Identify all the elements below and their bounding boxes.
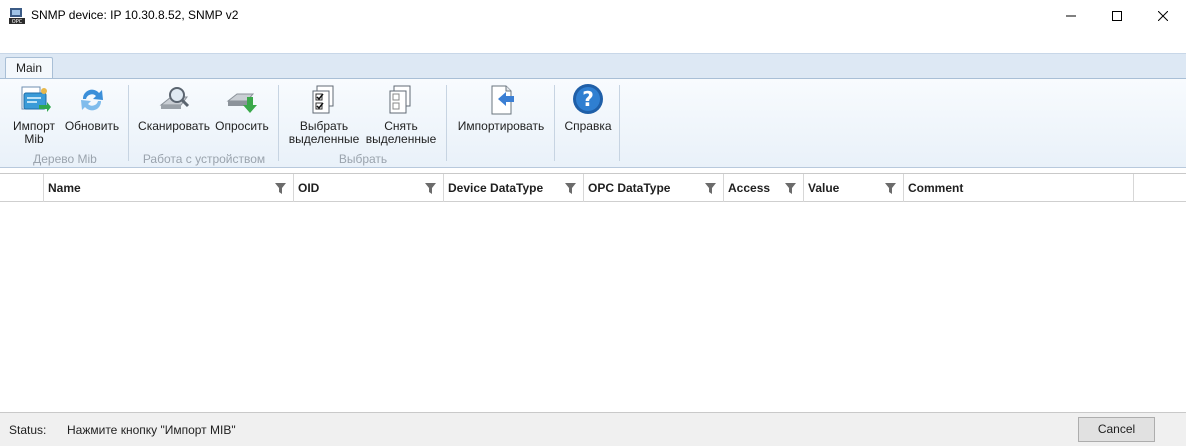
status-bar: Status: Нажмите кнопку "Импорт MIB" Canc… <box>0 412 1186 446</box>
column-header-label: OID <box>298 181 320 195</box>
column-header-device-datatype[interactable]: Device DataType <box>444 174 584 202</box>
column-header-label: Device DataType <box>448 181 544 195</box>
close-icon <box>1158 10 1168 21</box>
uncheck-selected-label-line2: выделенные <box>365 132 437 146</box>
uncheck-selected-label-line1: Снять <box>384 119 418 133</box>
column-header-opc-datatype[interactable]: OPC DataType <box>584 174 724 202</box>
refresh-label: Обновить <box>64 119 120 133</box>
ribbon-panel: Импорт Mib Обновить Дерево Mib Сканирова… <box>0 78 1186 168</box>
ribbon-separator <box>619 85 620 161</box>
import-mib-label-line2: Mib <box>24 132 44 146</box>
import-mib-button[interactable]: Импорт Mib <box>8 83 60 146</box>
scan-label: Сканировать <box>138 119 210 133</box>
maximize-button[interactable] <box>1094 0 1140 31</box>
import-mib-icon <box>21 86 51 112</box>
help-label: Справка <box>564 119 612 133</box>
filter-icon[interactable] <box>885 183 896 194</box>
column-header-access[interactable]: Access <box>724 174 804 202</box>
import-mib-label-line1: Импорт <box>13 119 55 133</box>
status-label: Status: <box>9 423 47 437</box>
column-header-oid[interactable]: OID <box>294 174 444 202</box>
minimize-button[interactable] <box>1048 0 1094 31</box>
uncheck-selected-icon <box>389 85 411 114</box>
cancel-button[interactable]: Cancel <box>1078 417 1155 442</box>
column-header-label: Name <box>48 181 81 195</box>
svg-text:OPC: OPC <box>12 19 23 25</box>
svg-text:?: ? <box>582 87 594 111</box>
help-icon: ? <box>573 84 603 114</box>
grid-body[interactable] <box>0 202 1186 413</box>
grid-header: Name OID Device DataType OPC DataType Ac… <box>0 174 1186 202</box>
check-selected-icon <box>312 85 334 114</box>
filter-icon[interactable] <box>425 183 436 194</box>
column-header-name[interactable]: Name <box>44 174 294 202</box>
refresh-icon <box>81 89 103 111</box>
ribbon-separator <box>554 85 555 161</box>
import-label: Импортировать <box>457 119 545 133</box>
maximize-icon <box>1112 10 1122 21</box>
filter-icon[interactable] <box>785 183 796 194</box>
status-message: Нажмите кнопку "Импорт MIB" <box>67 423 236 437</box>
group-label-device: Работа с устройством <box>142 152 266 166</box>
import-icon <box>491 85 514 115</box>
ribbon-tab-strip: Main <box>0 53 1186 81</box>
select-checked-label-line2: выделенные <box>288 132 360 146</box>
app-icon: OPC <box>9 8 25 25</box>
import-button[interactable]: Импортировать <box>454 83 548 133</box>
close-button[interactable] <box>1140 0 1186 31</box>
column-header-label: OPC DataType <box>588 181 671 195</box>
scan-icon <box>159 87 190 109</box>
filter-icon[interactable] <box>565 183 576 194</box>
window-title: SNMP device: IP 10.30.8.52, SNMP v2 <box>31 8 239 22</box>
help-button[interactable]: ? Справка <box>560 83 616 133</box>
poll-label: Опросить <box>215 119 269 133</box>
group-label-mib-tree: Дерево Mib <box>33 152 97 166</box>
column-header-label: Access <box>728 181 771 195</box>
column-header-label: Comment <box>908 181 964 195</box>
filter-icon[interactable] <box>705 183 716 194</box>
ribbon-separator <box>446 85 447 161</box>
ribbon-separator <box>278 85 279 161</box>
column-header-label: Value <box>808 181 840 195</box>
filter-icon[interactable] <box>275 183 286 194</box>
minimize-icon <box>1066 15 1076 16</box>
title-bar: OPC SNMP device: IP 10.30.8.52, SNMP v2 <box>0 0 1186 31</box>
data-grid: Name OID Device DataType OPC DataType Ac… <box>0 173 1186 413</box>
uncheck-selected-button[interactable]: Снять выделенные <box>364 83 438 146</box>
select-checked-button[interactable]: Выбрать выделенные <box>288 83 360 146</box>
scan-button[interactable]: Сканировать <box>136 83 212 133</box>
ribbon-separator <box>128 85 129 161</box>
poll-button[interactable]: Опросить <box>213 83 271 133</box>
group-label-select: Выбрать <box>338 152 388 166</box>
column-header-value[interactable]: Value <box>804 174 904 202</box>
select-checked-label-line1: Выбрать <box>299 119 349 133</box>
poll-icon <box>226 93 257 113</box>
column-header-comment[interactable]: Comment <box>904 174 1134 202</box>
refresh-button[interactable]: Обновить <box>62 83 122 133</box>
row-indicator-header <box>0 174 44 202</box>
